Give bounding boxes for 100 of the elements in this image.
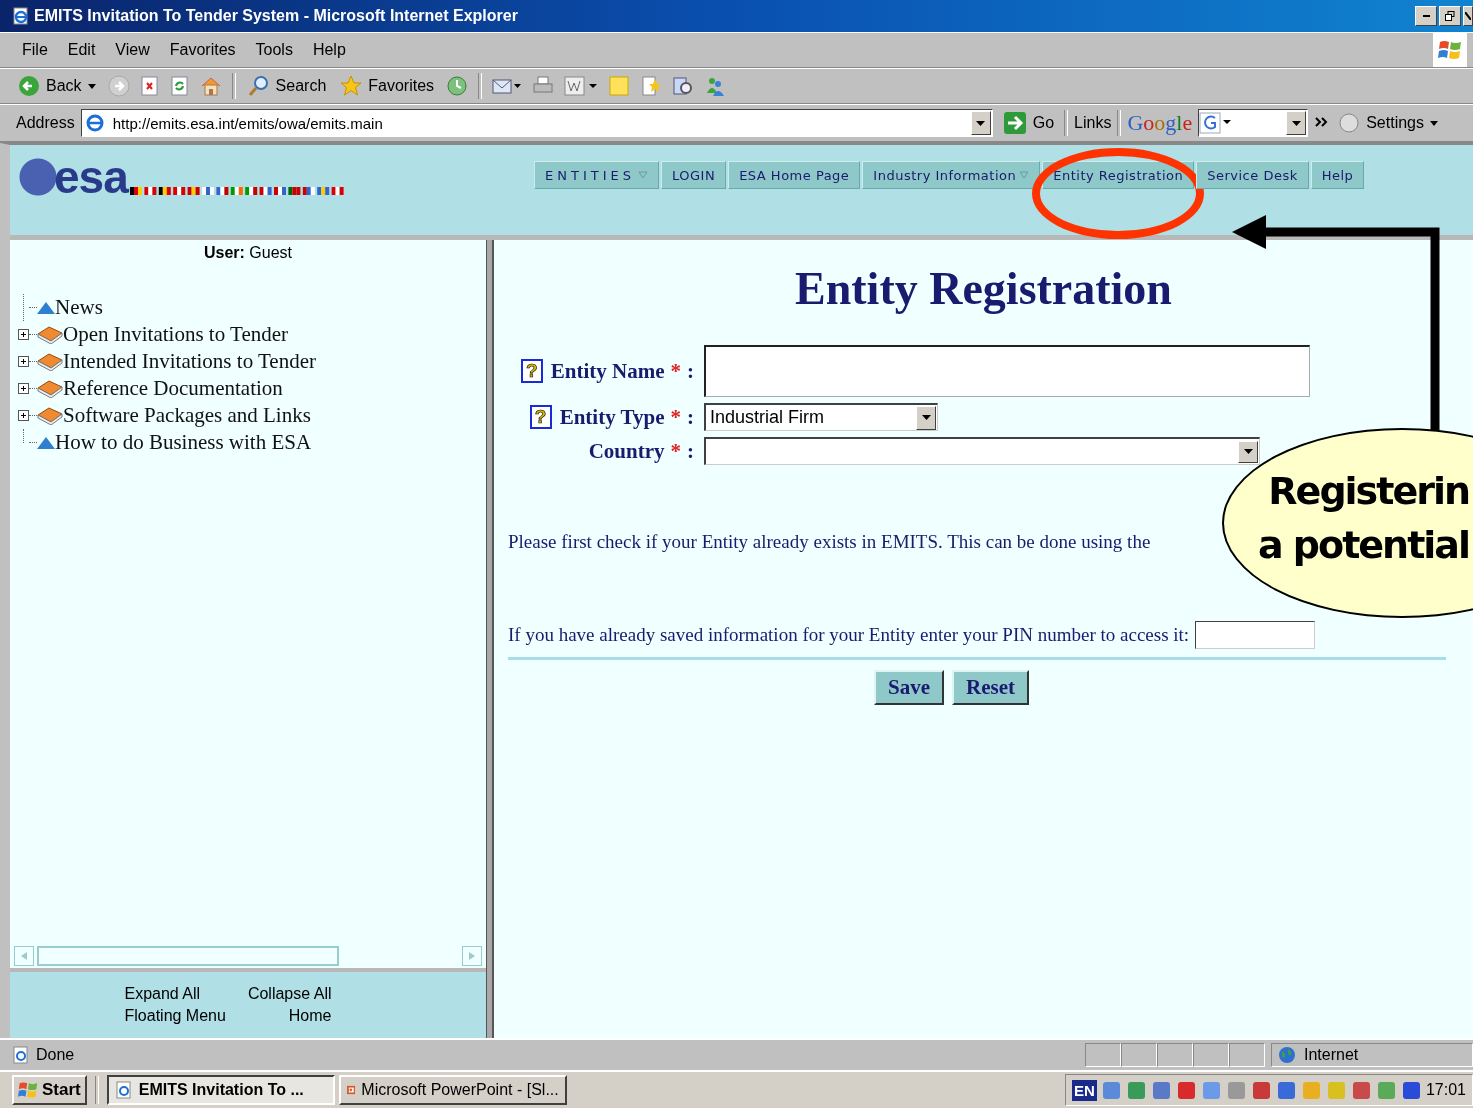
form-button[interactable]: Reset <box>952 670 1029 705</box>
book-icon <box>37 379 63 398</box>
dropdown-triangle-icon <box>637 171 648 179</box>
triangle-icon <box>37 436 55 449</box>
label-separator: : <box>687 404 694 430</box>
links-label[interactable]: Links <box>1074 114 1112 132</box>
page-star-icon[interactable] <box>640 75 663 97</box>
page-title: Entity Registration <box>794 262 1173 315</box>
caret-icon <box>1430 120 1438 126</box>
callout-text: a potential <box>1257 522 1469 569</box>
status-panel <box>1229 1043 1265 1067</box>
caret-icon <box>976 120 986 126</box>
required-marker: * <box>670 404 681 430</box>
status-text: Done <box>36 1046 75 1064</box>
edit-document-icon[interactable] <box>564 75 599 97</box>
field-label: Entity Type <box>559 404 665 430</box>
address-field[interactable]: http://emits.esa.int/emits/owa/emits.main <box>80 109 993 137</box>
nav-tab[interactable]: ENTITIES <box>534 161 659 189</box>
callout-text: Registerin <box>1268 468 1469 515</box>
dropdown-button[interactable] <box>1286 111 1307 135</box>
history-icon[interactable] <box>446 75 469 97</box>
close-icon <box>1465 12 1471 20</box>
menu-item[interactable]: Tools <box>247 41 301 59</box>
google-search-field[interactable] <box>1198 109 1309 137</box>
field-label: Country <box>588 438 665 464</box>
settings-button[interactable]: Settings <box>1336 112 1440 134</box>
address-label: Address <box>16 114 75 132</box>
tree-item[interactable]: Reference Documentation <box>63 376 283 401</box>
book-icon <box>37 325 63 344</box>
label-separator: : <box>687 358 694 384</box>
browser-icon <box>12 7 30 25</box>
footer-link[interactable]: Floating Menu <box>124 1007 226 1025</box>
taskbar-button[interactable]: EMITS Invitation To ... <box>106 1075 335 1105</box>
favorites-button[interactable]: Favorites <box>338 75 437 97</box>
tree-item[interactable]: Intended Invitations to Tender <box>63 349 316 374</box>
caret-icon <box>1291 120 1301 126</box>
go-button[interactable]: Go <box>998 111 1059 135</box>
minimize-button[interactable] <box>1415 6 1437 26</box>
windows-logo-icon <box>18 1081 38 1099</box>
taskbar-button[interactable]: Microsoft PowerPoint - [Sl... <box>338 1075 567 1105</box>
nav-tab[interactable]: Service Desk <box>1196 161 1309 189</box>
required-marker: * <box>670 438 681 464</box>
start-button[interactable]: Start <box>12 1075 87 1105</box>
research-icon[interactable] <box>672 75 695 97</box>
footer-link[interactable]: Home <box>288 1007 332 1025</box>
stop-icon[interactable] <box>139 76 160 96</box>
expand-icon[interactable] <box>18 329 29 340</box>
form-button[interactable]: Save <box>874 670 944 705</box>
menu-item[interactable]: File <box>14 41 56 59</box>
book-icon <box>37 352 63 371</box>
caret-icon <box>1243 449 1253 454</box>
browser-icon <box>114 1081 133 1099</box>
clock: 17:01 <box>1425 1081 1466 1099</box>
menu-item[interactable]: Favorites <box>161 41 244 59</box>
security-zone: Internet <box>1304 1046 1359 1064</box>
status-panel <box>1121 1043 1157 1067</box>
nav-tab[interactable]: ESA Home Page <box>728 161 861 189</box>
language-indicator[interactable]: EN <box>1072 1079 1097 1101</box>
caret-icon <box>921 415 931 420</box>
pin-field[interactable] <box>1195 621 1316 649</box>
menu-item[interactable]: Help <box>304 41 354 59</box>
menu-item[interactable]: Edit <box>59 41 104 59</box>
entity-type-select[interactable]: Industrial Firm <box>704 403 938 431</box>
expand-icon[interactable] <box>18 410 29 421</box>
entity-name-field[interactable] <box>704 345 1310 397</box>
nav-tab[interactable]: Help <box>1310 161 1365 189</box>
refresh-icon[interactable] <box>169 76 190 96</box>
status-panel <box>1193 1043 1229 1067</box>
footer-link[interactable]: Collapse All <box>247 985 332 1003</box>
footer-link[interactable]: Expand All <box>124 985 226 1003</box>
close-button[interactable] <box>1463 6 1473 26</box>
search-button[interactable]: Search <box>245 75 329 97</box>
tree-item[interactable]: Software Packages and Links <box>63 403 311 428</box>
tree-item[interactable]: News <box>55 295 103 320</box>
caret-icon <box>87 83 96 89</box>
nav-tab[interactable]: LOGIN <box>660 161 727 189</box>
status-panel <box>1085 1043 1121 1067</box>
field-label: Entity Name <box>550 358 665 384</box>
label-separator: : <box>687 438 694 464</box>
country-select[interactable] <box>704 437 1260 465</box>
dropdown-button[interactable] <box>970 111 991 135</box>
restore-button[interactable] <box>1439 6 1461 26</box>
user-info: User: Guest <box>203 244 292 261</box>
tree-item[interactable]: Open Invitations to Tender <box>63 322 288 347</box>
expand-icon[interactable] <box>18 383 29 394</box>
back-button[interactable]: Back <box>16 75 98 97</box>
home-icon[interactable] <box>199 75 222 97</box>
star-icon <box>340 75 363 97</box>
nav-tab[interactable]: Industry Information <box>862 161 1041 189</box>
expand-icon[interactable] <box>18 356 29 367</box>
menu-item[interactable]: View <box>107 41 158 59</box>
tree-item[interactable]: How to do Business with ESA <box>55 430 312 455</box>
search-icon <box>247 75 270 97</box>
radio-icon <box>1338 112 1361 134</box>
window-title: EMITS Invitation To Tender System - Microsoft Internet Explorer <box>34 7 518 25</box>
pin-prompt: If you have already saved information for your Entity enter your PIN number to access it: <box>508 624 1190 646</box>
triangle-icon <box>37 301 55 314</box>
minimize-icon <box>1422 15 1430 17</box>
nav-tab[interactable]: Entity Registration <box>1042 161 1195 189</box>
book-icon <box>37 406 63 425</box>
